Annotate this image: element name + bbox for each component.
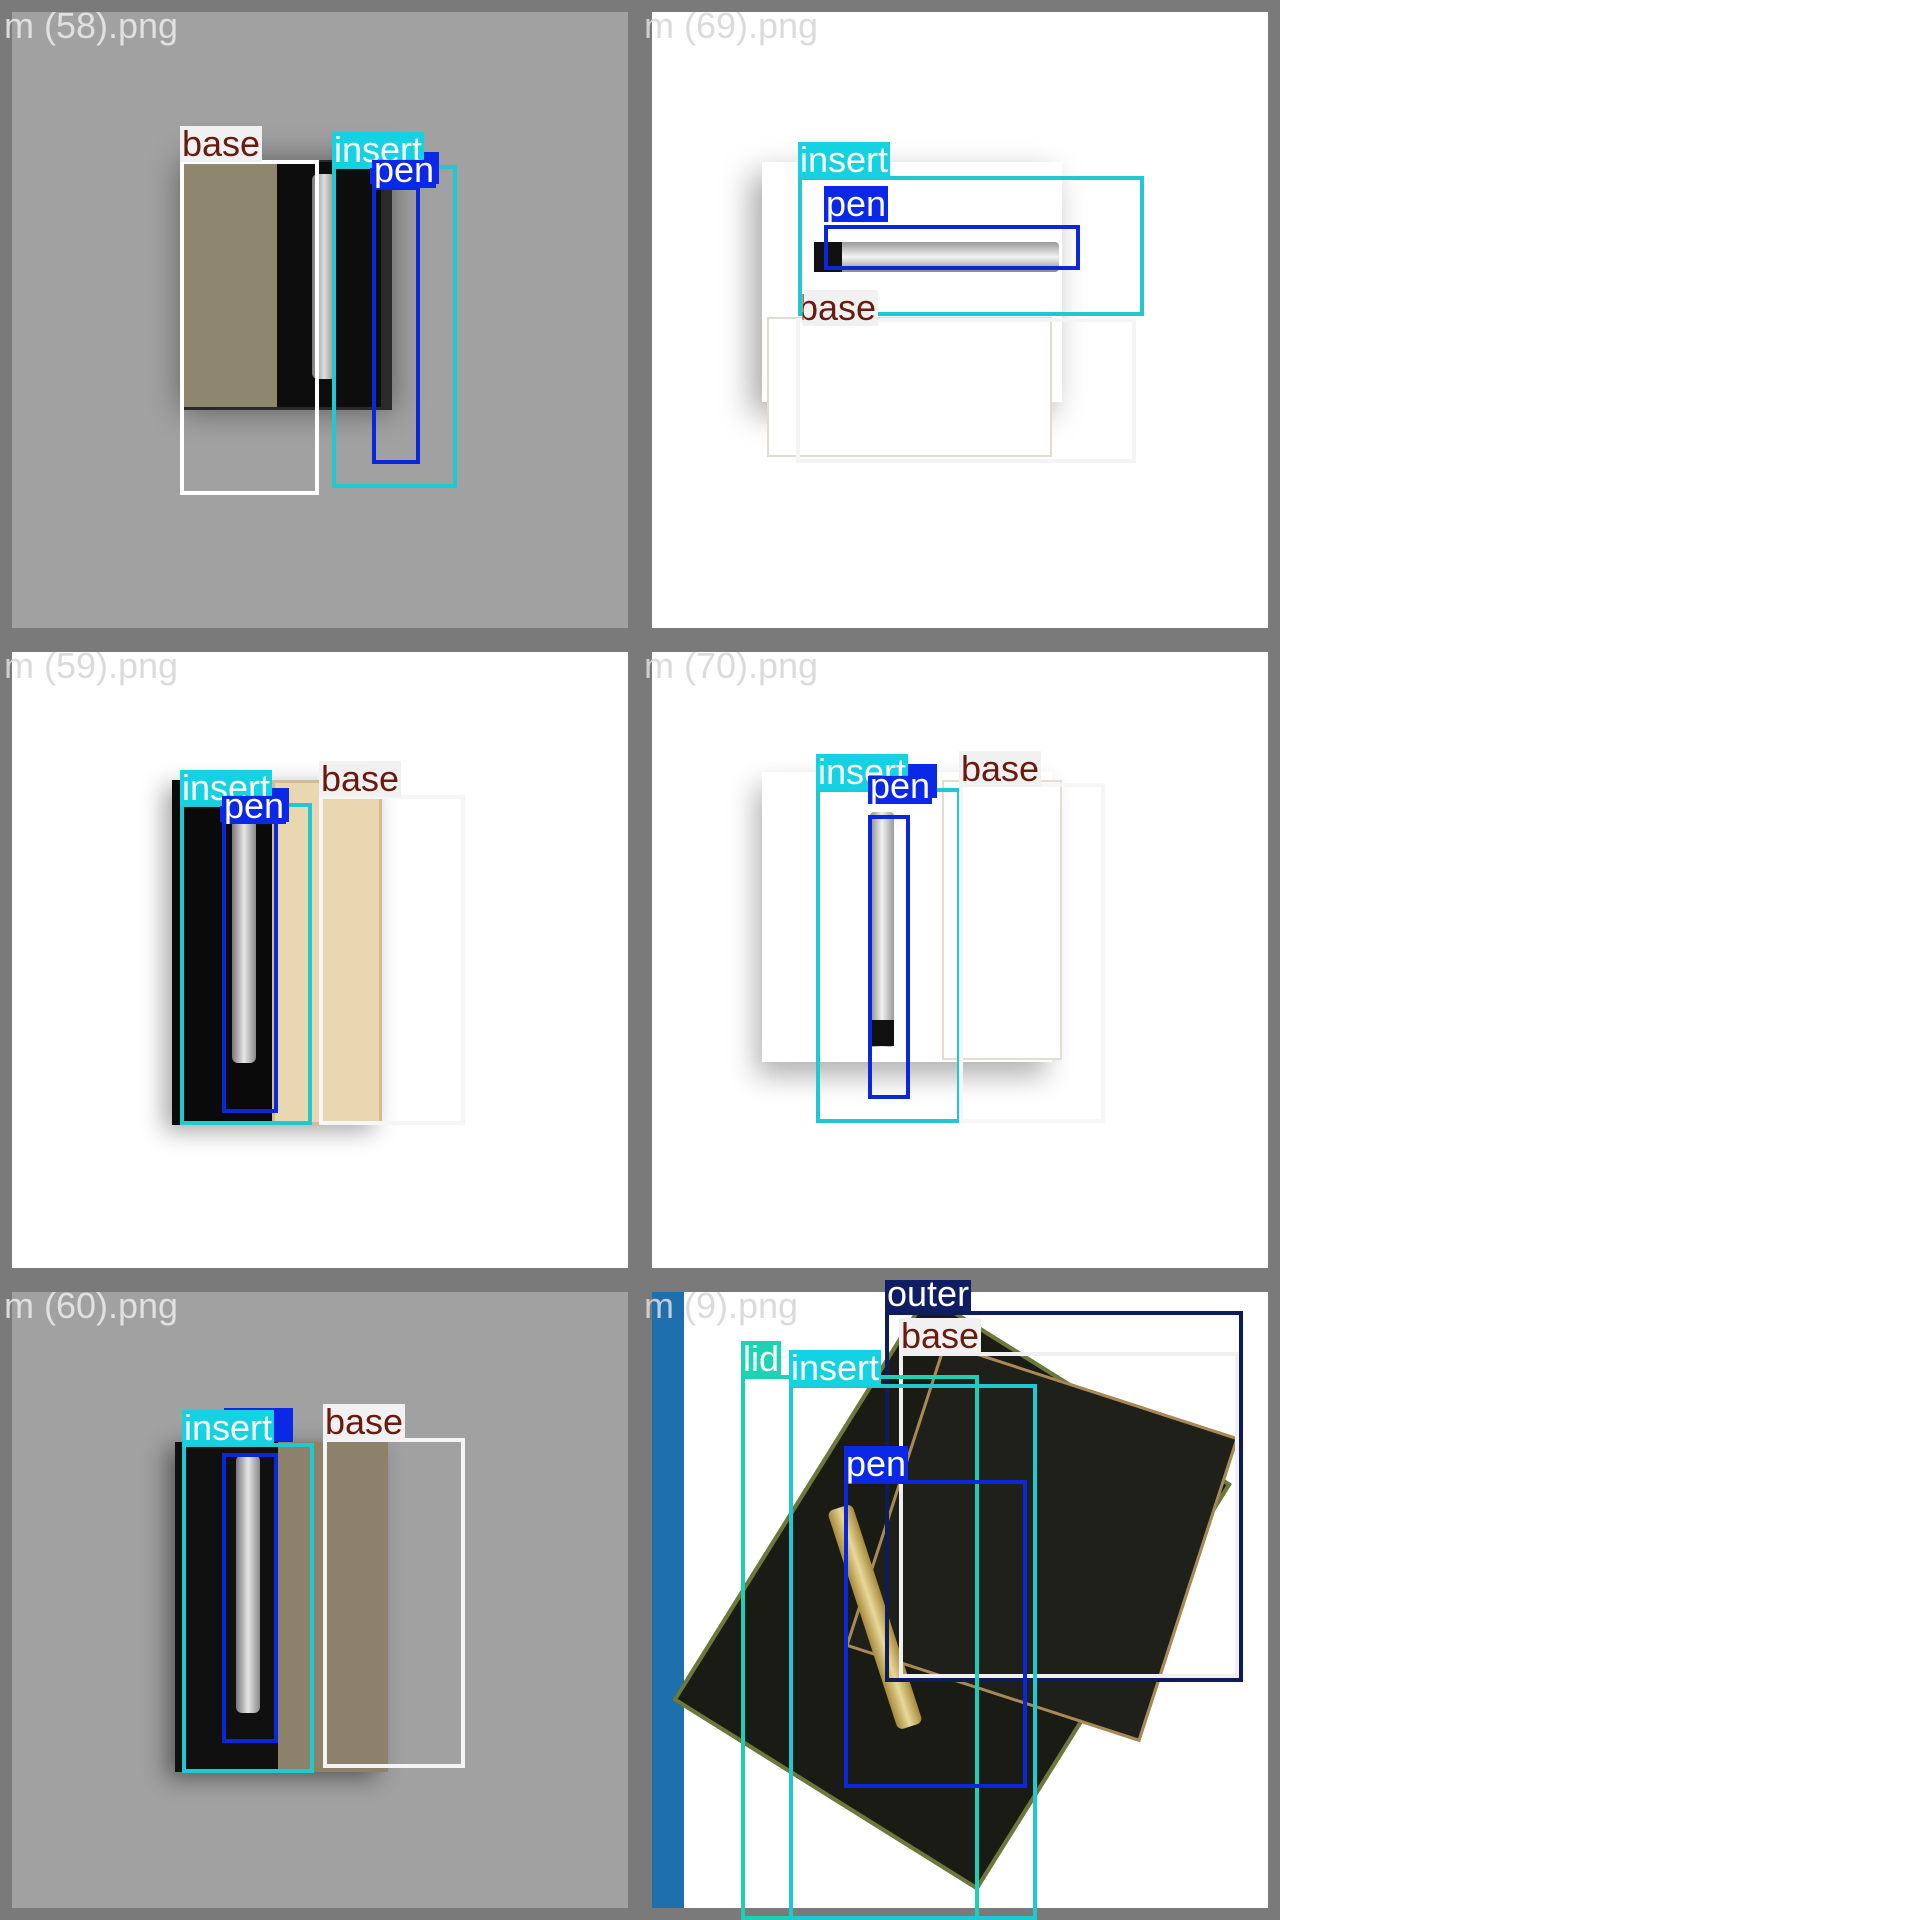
- label-insert: insert: [182, 1407, 275, 1448]
- filename-label: m (58).png: [4, 5, 179, 46]
- tile-m70[interactable]: m (70).png insert pen base: [640, 640, 1280, 1280]
- tile-m59[interactable]: m (59).png insert pen base: [0, 640, 640, 1280]
- bbox-base: [319, 795, 465, 1125]
- label-base: base: [323, 1401, 406, 1442]
- label-base: base: [319, 758, 402, 799]
- label-insert: insert: [798, 139, 891, 180]
- bbox-pen: [844, 1480, 1027, 1788]
- filename-label: m (70).png: [644, 645, 819, 686]
- label-outer: outer: [885, 1280, 972, 1312]
- bbox-pen: [824, 225, 1080, 270]
- bbox-pen: [372, 186, 420, 464]
- mosaic-grid: m (58).png base insert pen m (69).png in…: [0, 0, 1280, 1920]
- filename-label: m (69).png: [644, 5, 819, 46]
- label-base: base: [959, 748, 1042, 789]
- label-base: base: [180, 123, 263, 164]
- label-base: base: [899, 1315, 982, 1356]
- filename-label: m (60).png: [4, 1285, 179, 1326]
- bbox-pen: [868, 815, 910, 1099]
- tile-m60[interactable]: m (60).png insert pen base: [0, 1280, 640, 1920]
- tile-m69[interactable]: m (69).png insert pen base: [640, 0, 1280, 640]
- filename-label: m (9).png: [644, 1285, 799, 1326]
- bbox-pen: [222, 1453, 278, 1743]
- label-base: base: [798, 287, 879, 328]
- watermark-sidebar: [652, 1292, 684, 1908]
- bbox-base: [796, 318, 1136, 463]
- photo: [12, 12, 628, 628]
- label-lid: lid: [741, 1338, 782, 1379]
- label-insert: insert: [789, 1347, 882, 1388]
- bbox-base: [323, 1438, 465, 1768]
- bbox-base: [180, 160, 319, 495]
- tile-m9[interactable]: m (9).png outer base lid insert pen: [640, 1280, 1280, 1920]
- label-pen: pen: [844, 1443, 909, 1484]
- filename-label: m (59).png: [4, 645, 179, 686]
- bbox-base: [959, 783, 1105, 1123]
- photo: [12, 1292, 628, 1908]
- tile-m58[interactable]: m (58).png base insert pen: [0, 0, 640, 640]
- label-pen: pen: [824, 183, 889, 224]
- bbox-pen: [222, 818, 278, 1113]
